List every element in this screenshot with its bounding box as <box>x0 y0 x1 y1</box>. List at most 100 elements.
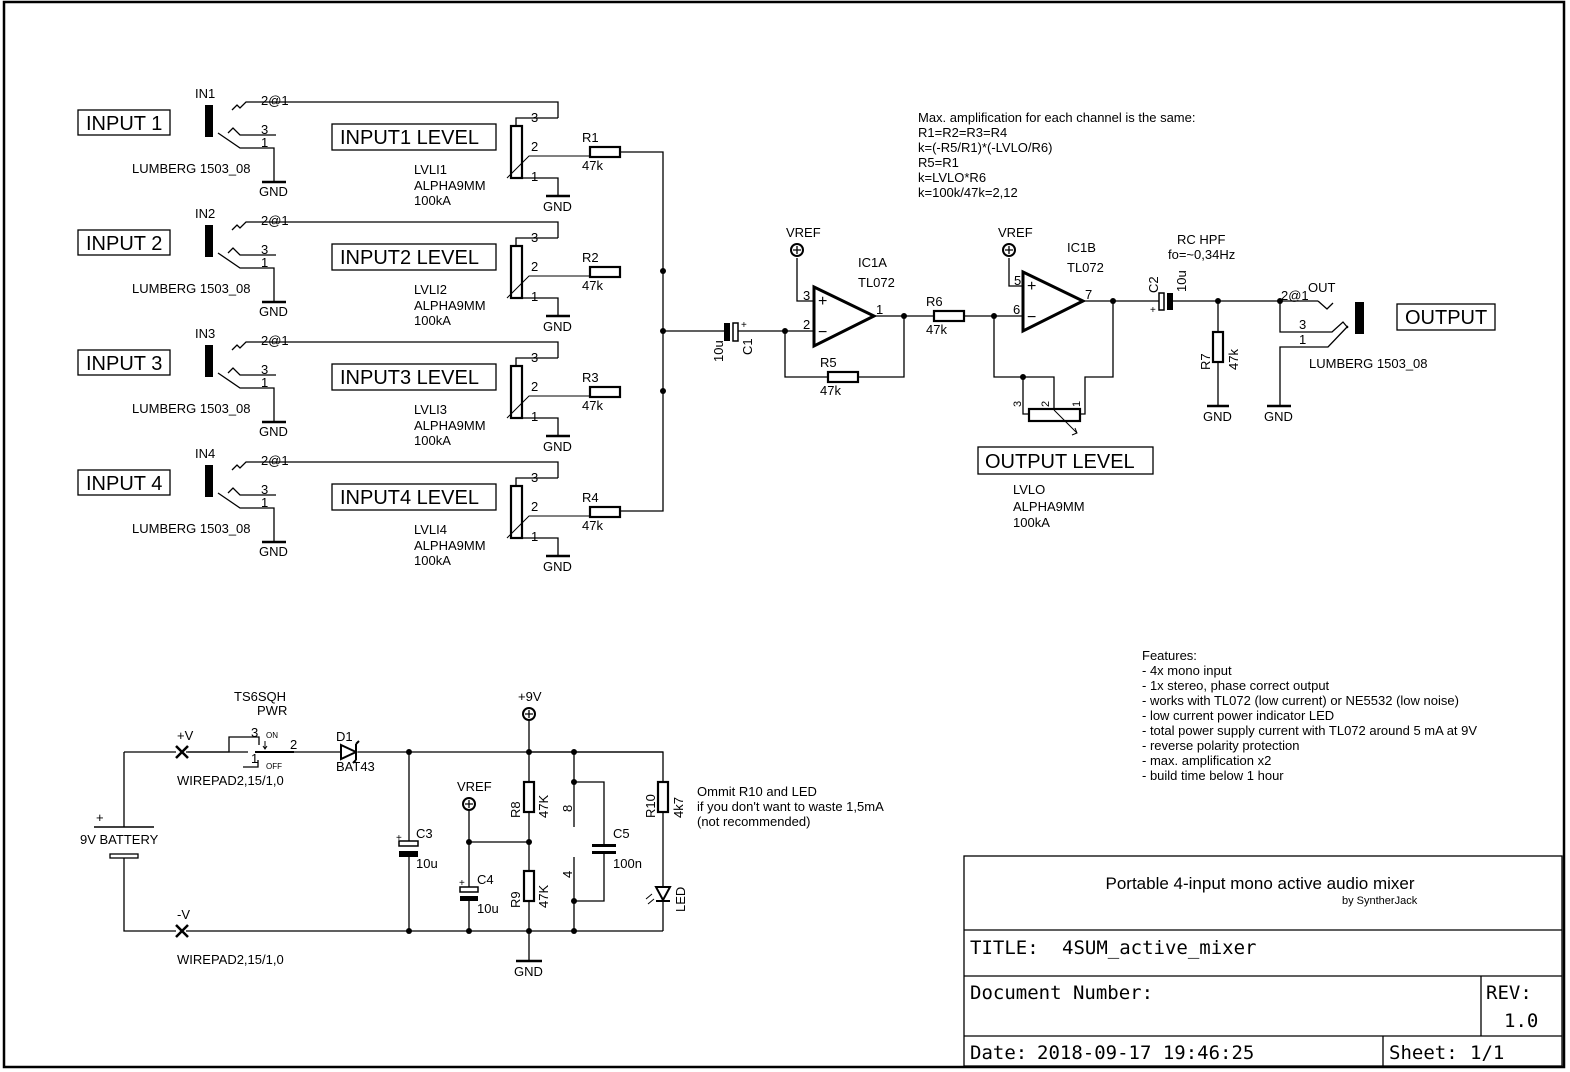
note-line: R1=R2=R3=R4 <box>918 125 1007 140</box>
svg-text:47K: 47K <box>536 885 551 908</box>
jack-icon <box>205 105 213 137</box>
jack-pin-tip: 2@1 <box>261 333 289 348</box>
input-resistor <box>588 145 622 159</box>
jack-icon <box>205 345 213 377</box>
title-value: 4SUM_active_mixer <box>1062 937 1256 959</box>
jack-ref: IN3 <box>195 326 215 341</box>
c1-value: 10u <box>711 340 726 362</box>
pot-ref: LVLI2 <box>414 282 447 297</box>
battery-label: 9V BATTERY <box>80 832 159 847</box>
input-channel-3: INPUT 3 IN3 2@1 3 1 LUMBERG 1503_08 GND INPUT3 … <box>77 326 622 454</box>
svg-text:VREF: VREF <box>786 225 821 240</box>
svg-text:LED: LED <box>673 887 688 912</box>
svg-text:R10: R10 <box>643 794 658 818</box>
resistor-r6-group: R6 47k <box>926 294 1023 337</box>
pot-pin-2: 2 <box>531 379 538 394</box>
pot-part: ALPHA9MM <box>414 178 486 193</box>
pot-pin-1: 1 <box>531 169 538 184</box>
gnd-label: GND <box>543 319 572 334</box>
gnd-label: GND <box>259 304 288 319</box>
note-line: k=LVLO*R6 <box>918 170 986 185</box>
jack-part: LUMBERG 1503_08 <box>132 521 251 536</box>
note-line: R5=R1 <box>918 155 959 170</box>
svg-text:ALPHA9MM: ALPHA9MM <box>1013 499 1085 514</box>
level-pot <box>509 244 524 300</box>
input-channels: INPUT 1 IN1 2@1 3 1 LUMBERG 1503_08 GND INPUT1 … <box>77 86 622 574</box>
svg-text:1: 1 <box>251 751 258 766</box>
jack-pin-tip: 2@1 <box>261 213 289 228</box>
vref-symbol: VREF <box>786 225 821 257</box>
svg-text:OUT: OUT <box>1308 280 1336 295</box>
ic1b-part: TL072 <box>1067 260 1104 275</box>
capacitor-c1: + 10u C1 <box>711 320 785 362</box>
pot-ref: LVLI4 <box>414 522 447 537</box>
svg-text:GND: GND <box>1203 409 1232 424</box>
jack-pin-tip: 2@1 <box>261 453 289 468</box>
pot-value: 100kA <box>414 313 451 328</box>
svg-text:8: 8 <box>560 805 575 812</box>
note-line: - 1x stereo, phase correct output <box>1142 678 1330 693</box>
note-line: - build time below 1 hour <box>1142 768 1284 783</box>
resistor-r6 <box>932 309 966 323</box>
pot-pin-2: 2 <box>531 139 538 154</box>
svg-text:R8: R8 <box>508 801 523 818</box>
capacitor-c2 <box>1158 292 1165 311</box>
resistor-r5 <box>826 370 860 384</box>
features-note: Features:- 4x mono input- 1x stereo, pha… <box>1142 648 1477 783</box>
pot-part: ALPHA9MM <box>414 538 486 553</box>
gnd-label: GND <box>259 424 288 439</box>
svg-text:3: 3 <box>251 725 258 740</box>
capacitor-c3 <box>398 840 419 847</box>
pot-part: ALPHA9MM <box>414 418 486 433</box>
svg-text:2: 2 <box>803 317 810 332</box>
jack-pin-1: 1 <box>261 495 268 510</box>
jack-part: LUMBERG 1503_08 <box>132 161 251 176</box>
pot-pin-1: 1 <box>531 289 538 304</box>
note-line: Max. amplification for each channel is t… <box>918 110 1195 125</box>
svg-text:RC HPF: RC HPF <box>1177 232 1225 247</box>
level-label: INPUT1 LEVEL <box>340 127 479 149</box>
pot-value: 100kA <box>414 553 451 568</box>
svg-text:WIREPAD2,15/1,0: WIREPAD2,15/1,0 <box>177 773 284 788</box>
pot-value: 100kA <box>414 433 451 448</box>
svg-text:ON: ON <box>266 731 278 740</box>
svg-text:fo=~0,34Hz: fo=~0,34Hz <box>1168 247 1235 262</box>
resistor-ref: R2 <box>582 250 599 265</box>
resistor-ref: R1 <box>582 130 599 145</box>
note-line: - max. amplification x2 <box>1142 753 1271 768</box>
svg-text:R6: R6 <box>926 294 943 309</box>
svg-text:GND: GND <box>514 964 543 979</box>
svg-text:BAT43: BAT43 <box>336 759 375 774</box>
pot-ref: LVLI1 <box>414 162 447 177</box>
gnd-label: GND <box>543 199 572 214</box>
svg-text:4: 4 <box>560 871 575 878</box>
gnd-label: GND <box>259 184 288 199</box>
svg-text:Date:: Date: <box>970 1042 1027 1064</box>
svg-text:LUMBERG 1503_08: LUMBERG 1503_08 <box>1309 356 1428 371</box>
resistor-r7 <box>1211 330 1225 364</box>
svg-text:1: 1 <box>876 302 883 317</box>
input-resistor <box>588 505 622 519</box>
svg-text:OFF: OFF <box>266 762 282 771</box>
svg-text:3: 3 <box>1299 317 1306 332</box>
resistor-r8 <box>522 780 536 814</box>
note-line: - low current power indicator LED <box>1142 708 1334 723</box>
project-name: Portable 4-input mono active audio mixer <box>1106 874 1415 893</box>
pot-part: ALPHA9MM <box>414 298 486 313</box>
note-line: k=(-R5/R1)*(-LVLO/R6) <box>918 140 1052 155</box>
ic1b-ref: IC1B <box>1067 240 1096 255</box>
output-label: OUTPUT <box>1405 307 1487 329</box>
ic1a-part: TL072 <box>858 275 895 290</box>
svg-text:1: 1 <box>1071 401 1083 407</box>
svg-text:10u: 10u <box>416 856 438 871</box>
jack-pin-1: 1 <box>261 255 268 270</box>
resistor-ref: R3 <box>582 370 599 385</box>
input-resistor <box>588 265 622 279</box>
svg-text:REV:: REV: <box>1486 982 1532 1004</box>
level-pot <box>509 124 524 180</box>
capacitor-c5 <box>592 844 616 847</box>
pot-pin-3: 3 <box>531 350 538 365</box>
note-line: Ommit R10 and LED <box>697 784 817 799</box>
jack-pin-1: 1 <box>261 375 268 390</box>
svg-text:C4: C4 <box>477 872 494 887</box>
